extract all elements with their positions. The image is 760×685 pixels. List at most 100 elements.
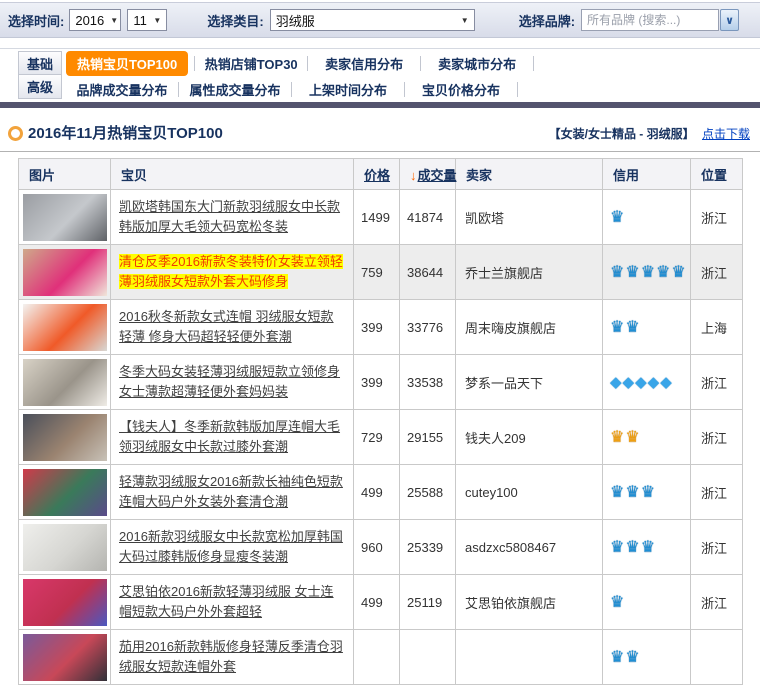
seller-name: cutey100 bbox=[456, 465, 603, 520]
product-title-link[interactable]: 清仓反季2016新款冬装特价女装立领轻薄羽绒服女短款外套大码修身 bbox=[119, 252, 345, 292]
product-image[interactable] bbox=[23, 414, 107, 461]
chevron-down-icon: ▼ bbox=[110, 16, 118, 25]
blue-crown-icon: ♛ bbox=[641, 539, 656, 556]
blue-crown-icon: ♛ bbox=[610, 264, 625, 281]
blue-diamond-icon: ◆ bbox=[635, 374, 648, 391]
advanced-tab-row: 品牌成交量分布属性成交量分布上架时间分布宝贝价格分布 bbox=[66, 77, 518, 102]
price-value: 499 bbox=[354, 465, 400, 520]
table-row: 2016新款羽绒服女中长款宽松加厚韩国大码过膝韩版修身显瘦冬装潮 960 253… bbox=[19, 520, 743, 575]
seller-location bbox=[691, 630, 743, 685]
product-image[interactable] bbox=[23, 634, 107, 681]
blue-crown-icon: ♛ bbox=[656, 264, 671, 281]
product-image[interactable] bbox=[23, 579, 107, 626]
seller-location: 上海 bbox=[691, 300, 743, 355]
seller-location: 浙江 bbox=[691, 355, 743, 410]
seller-location: 浙江 bbox=[691, 575, 743, 630]
report-tabs: 基础高级 热销宝贝TOP100热销店铺TOP30卖家信用分布卖家城市分布 品牌成… bbox=[0, 48, 760, 103]
table-row: 清仓反季2016新款冬装特价女装立领轻薄羽绒服女短款外套大码修身 759 386… bbox=[19, 245, 743, 300]
col-header-location: 位置 bbox=[691, 159, 743, 190]
month-select[interactable]: 11 ▼ bbox=[127, 9, 167, 31]
seller-location: 浙江 bbox=[691, 410, 743, 465]
seller-name bbox=[456, 630, 603, 685]
sales-value bbox=[400, 630, 456, 685]
price-value: 1499 bbox=[354, 190, 400, 245]
section-divider-bar bbox=[0, 102, 760, 108]
brand-dropdown-button[interactable]: ∨ bbox=[720, 9, 739, 31]
header-divider bbox=[0, 151, 760, 152]
brand-search-input[interactable] bbox=[581, 9, 719, 31]
chevron-down-icon: ▼ bbox=[153, 16, 161, 25]
price-value: 729 bbox=[354, 410, 400, 465]
product-image[interactable] bbox=[23, 359, 107, 406]
product-title-link[interactable]: 凯欧塔韩国东大门新款羽绒服女中长款韩版加厚大毛领大码宽松冬装 bbox=[119, 197, 345, 237]
price-value: 759 bbox=[354, 245, 400, 300]
product-image[interactable] bbox=[23, 194, 107, 241]
seller-credit-icons: ♛♛ bbox=[603, 300, 691, 355]
section-header: 2016年11月热销宝贝TOP100 【女装/女士精品 - 羽绒服】 点击下载 bbox=[0, 118, 760, 148]
tab-group-label: 高级 bbox=[18, 75, 62, 99]
blue-diamond-icon: ◆ bbox=[610, 374, 623, 391]
category-select-value: 羽绒服 bbox=[276, 11, 315, 30]
product-title-link[interactable]: 艾思铂依2016新款轻薄羽绒服 女士连帽短款大码户外外套超轻 bbox=[119, 582, 345, 622]
tab-属性成交量分布[interactable]: 属性成交量分布 bbox=[179, 80, 291, 99]
chevron-down-icon: ∨ bbox=[725, 14, 734, 27]
category-select[interactable]: 羽绒服 ▼ bbox=[270, 9, 475, 31]
product-title-link[interactable]: 【钱夫人】冬季新款韩版加厚连帽大毛领羽绒服女中长款过膝外套潮 bbox=[119, 417, 345, 457]
seller-credit-icons: ♛♛♛ bbox=[603, 465, 691, 520]
seller-credit-icons: ♛ bbox=[603, 575, 691, 630]
top100-table: 图片 宝贝 价格 ↓成交量 卖家 信用 位置 凯欧塔韩国东大门新款羽绒服女中长款… bbox=[18, 158, 743, 685]
product-title-link[interactable]: 轻薄款羽绒服女2016新款长袖纯色短款连帽大码户外女装外套清仓潮 bbox=[119, 472, 345, 512]
product-image[interactable] bbox=[23, 524, 107, 571]
sales-value: 25588 bbox=[400, 465, 456, 520]
product-title-link[interactable]: 茄用2016新款韩版修身轻薄反季清仓羽绒服女短款连帽外套 bbox=[119, 637, 345, 677]
download-link[interactable]: 点击下载 bbox=[702, 127, 750, 141]
time-filter-label: 选择时间: bbox=[8, 11, 64, 30]
gold-crown-icon: ♛ bbox=[625, 429, 640, 446]
seller-credit-icons: ♛ bbox=[603, 190, 691, 245]
blue-crown-icon: ♛ bbox=[610, 539, 625, 556]
price-value bbox=[354, 630, 400, 685]
price-value: 960 bbox=[354, 520, 400, 575]
tab-separator bbox=[517, 82, 518, 97]
seller-name: 梦系一品天下 bbox=[456, 355, 603, 410]
product-image[interactable] bbox=[23, 469, 107, 516]
year-select[interactable]: 2016 ▼ bbox=[69, 9, 121, 31]
chevron-down-icon: ▼ bbox=[461, 16, 469, 25]
col-header-image: 图片 bbox=[19, 159, 111, 190]
tab-卖家城市分布[interactable]: 卖家城市分布 bbox=[421, 54, 533, 73]
blue-diamond-icon: ◆ bbox=[660, 374, 673, 391]
col-header-sales-sort[interactable]: ↓成交量 bbox=[400, 159, 456, 190]
product-image[interactable] bbox=[23, 304, 107, 351]
blue-crown-icon: ♛ bbox=[671, 264, 686, 281]
seller-name: asdzxc5808467 bbox=[456, 520, 603, 575]
table-row: 【钱夫人】冬季新款韩版加厚连帽大毛领羽绒服女中长款过膝外套潮 729 29155… bbox=[19, 410, 743, 465]
year-select-value: 2016 bbox=[75, 13, 104, 28]
table-row: 冬季大码女装轻薄羽绒服短款立领修身女士薄款超薄轻便外套妈妈装 399 33538… bbox=[19, 355, 743, 410]
blue-crown-icon: ♛ bbox=[625, 484, 640, 501]
blue-crown-icon: ♛ bbox=[625, 539, 640, 556]
col-header-seller: 卖家 bbox=[456, 159, 603, 190]
col-header-item: 宝贝 bbox=[111, 159, 354, 190]
seller-location: 浙江 bbox=[691, 245, 743, 300]
product-title-link[interactable]: 2016秋冬新款女式连帽 羽绒服女短款轻薄 修身大码超轻轻便外套潮 bbox=[119, 307, 345, 347]
gold-crown-icon: ♛ bbox=[610, 429, 625, 446]
table-row: 艾思铂依2016新款轻薄羽绒服 女士连帽短款大码户外外套超轻 499 25119… bbox=[19, 575, 743, 630]
blue-crown-icon: ♛ bbox=[610, 209, 625, 226]
seller-location: 浙江 bbox=[691, 520, 743, 575]
seller-credit-icons: ♛♛ bbox=[603, 410, 691, 465]
seller-name: 乔士兰旗舰店 bbox=[456, 245, 603, 300]
product-title-link[interactable]: 2016新款羽绒服女中长款宽松加厚韩国大码过膝韩版修身显瘦冬装潮 bbox=[119, 527, 345, 567]
seller-credit-icons: ♛♛ bbox=[603, 630, 691, 685]
tab-品牌成交量分布[interactable]: 品牌成交量分布 bbox=[66, 80, 178, 99]
product-image[interactable] bbox=[23, 249, 107, 296]
product-title-link[interactable]: 冬季大码女装轻薄羽绒服短款立领修身女士薄款超薄轻便外套妈妈装 bbox=[119, 362, 345, 402]
tab-宝贝价格分布[interactable]: 宝贝价格分布 bbox=[405, 80, 517, 99]
tab-热销店铺TOP30[interactable]: 热销店铺TOP30 bbox=[195, 54, 307, 73]
col-header-price-sort[interactable]: 价格 bbox=[354, 159, 400, 190]
seller-credit-icons: ♛♛♛ bbox=[603, 520, 691, 575]
tab-热销宝贝TOP100[interactable]: 热销宝贝TOP100 bbox=[66, 51, 188, 76]
category-filter-label: 选择类目: bbox=[207, 11, 263, 30]
seller-credit-icons: ♛♛♛♛♛ bbox=[603, 245, 691, 300]
tab-卖家信用分布[interactable]: 卖家信用分布 bbox=[308, 54, 420, 73]
tab-上架时间分布[interactable]: 上架时间分布 bbox=[292, 80, 404, 99]
